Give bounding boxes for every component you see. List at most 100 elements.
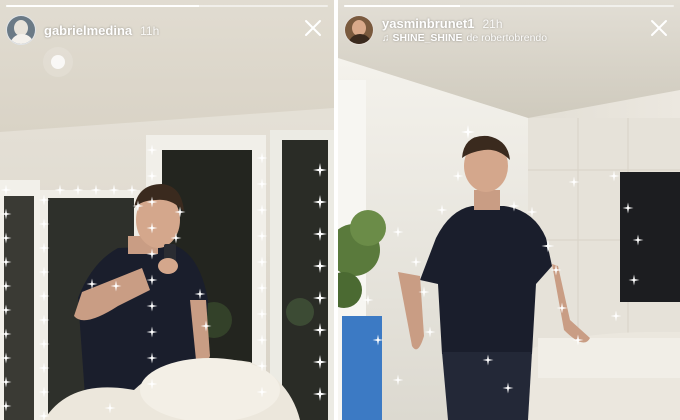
- sparkle-icon: [526, 206, 538, 218]
- story-progress-bar: [6, 5, 328, 7]
- sparkle-icon: [38, 314, 50, 326]
- sparkle-icon: [313, 355, 327, 369]
- sparkle-icon: [200, 320, 212, 332]
- sparkle-icon: [256, 334, 268, 346]
- avatar-body: [10, 34, 34, 44]
- sparkle-icon: [90, 184, 102, 196]
- sparkle-icon: [556, 302, 568, 314]
- sparkle-icon: [38, 362, 50, 374]
- story-header-line: gabrielmedina 11h: [44, 23, 159, 38]
- sparkle-icon: [0, 256, 12, 268]
- sparkle-icon: [452, 170, 464, 182]
- music-attribution[interactable]: ♫ SHINE_SHINE de robertobrendo: [382, 32, 547, 44]
- sparkle-icon: [194, 288, 206, 300]
- sparkle-icon: [146, 378, 158, 390]
- sparkle-icon: [0, 400, 12, 412]
- sparkle-icon: [146, 352, 158, 364]
- sparkle-icon: [38, 266, 50, 278]
- sparkle-icon: [146, 222, 158, 234]
- story-panel-left[interactable]: gabrielmedina 11h: [0, 0, 334, 420]
- sparkle-icon: [104, 402, 116, 414]
- sparkle-icon: [436, 204, 448, 216]
- username[interactable]: gabrielmedina: [44, 23, 132, 38]
- sparkle-icon: [482, 354, 494, 366]
- avatar-body: [348, 34, 372, 44]
- sparkle-icon: [508, 200, 520, 212]
- sparkle-icon: [461, 125, 475, 139]
- sparkle-icon: [372, 334, 384, 346]
- sparkle-icon: [256, 152, 268, 164]
- sparkle-icon: [126, 184, 138, 196]
- story-header: gabrielmedina 11h: [6, 13, 326, 47]
- sparkle-icon: [256, 178, 268, 190]
- sparkle-icon: [132, 200, 144, 212]
- sparkle-icon: [0, 280, 12, 292]
- sparkle-icon: [0, 304, 12, 316]
- sparkle-icon: [313, 195, 327, 209]
- avatar[interactable]: [6, 15, 36, 45]
- sparkle-icon: [38, 218, 50, 230]
- sparkle-icon: [392, 226, 404, 238]
- sparkle-icon: [146, 196, 158, 208]
- sparkle-icon: [146, 274, 158, 286]
- avatar[interactable]: [344, 15, 374, 45]
- sparkle-icon: [38, 338, 50, 350]
- sparkle-icon: [146, 248, 158, 260]
- story-progress-bar: [344, 5, 674, 7]
- sparkle-icon: [256, 256, 268, 268]
- sparkle-icon: [38, 242, 50, 254]
- sparkle-icon: [313, 227, 327, 241]
- sparkle-icon: [38, 194, 50, 206]
- sparkle-icon: [170, 232, 182, 244]
- sparkle-icon: [256, 386, 268, 398]
- sparkle-icon: [313, 323, 327, 337]
- story-progress-fill: [6, 5, 200, 7]
- sparkle-icon: [38, 386, 50, 398]
- sparkle-icon: [610, 310, 622, 322]
- close-button[interactable]: [300, 15, 326, 41]
- sparkle-icon: [0, 376, 12, 388]
- story-header: yasminbrunet1 21h ♫ SHINE_SHINE de rober…: [344, 13, 672, 47]
- username[interactable]: yasminbrunet1: [382, 16, 474, 31]
- sparkle-icon: [256, 282, 268, 294]
- sparkle-icon: [108, 184, 120, 196]
- sparkle-icon: [418, 286, 430, 298]
- sparkle-icon: [313, 163, 327, 177]
- sparkle-icon: [146, 144, 158, 156]
- sparkle-icon: [502, 382, 514, 394]
- sparkle-icon: [622, 202, 634, 214]
- music-note-icon: ♫: [382, 32, 390, 44]
- sparkle-icon: [146, 300, 158, 312]
- sparkle-icon: [72, 184, 84, 196]
- sparkle-icon: [256, 360, 268, 372]
- story-panel-right[interactable]: yasminbrunet1 21h ♫ SHINE_SHINE de rober…: [338, 0, 680, 420]
- sparkle-icon: [174, 206, 186, 218]
- story-photo-left: [0, 0, 334, 420]
- sparkle-icon: [146, 170, 158, 182]
- sparkle-icon: [256, 204, 268, 216]
- sparkle-icon: [572, 334, 584, 346]
- sparkle-icon: [550, 264, 562, 276]
- post-time: 21h: [482, 17, 503, 31]
- sparkle-icon: [568, 176, 580, 188]
- sparkle-icon: [424, 326, 436, 338]
- sparkle-icon: [632, 234, 644, 246]
- sparkle-icon: [0, 352, 12, 364]
- sparkle-icon: [256, 308, 268, 320]
- sparkle-icon: [0, 328, 12, 340]
- sparkle-icon: [38, 410, 50, 420]
- story-meta: yasminbrunet1 21h ♫ SHINE_SHINE de rober…: [382, 16, 547, 44]
- sparkle-icon: [313, 291, 327, 305]
- sparkle-icon: [362, 294, 374, 306]
- sparkle-icon: [38, 290, 50, 302]
- sparkle-icon: [110, 280, 122, 292]
- sparkle-icon: [608, 170, 620, 182]
- close-button[interactable]: [646, 15, 672, 41]
- sparkle-icon: [86, 278, 98, 290]
- music-title: SHINE_SHINE: [392, 32, 463, 44]
- close-icon: [651, 20, 667, 36]
- close-icon: [305, 20, 321, 36]
- music-artist: de robertobrendo: [466, 32, 548, 44]
- sparkle-icon: [0, 184, 12, 196]
- sparkle-icon: [54, 184, 66, 196]
